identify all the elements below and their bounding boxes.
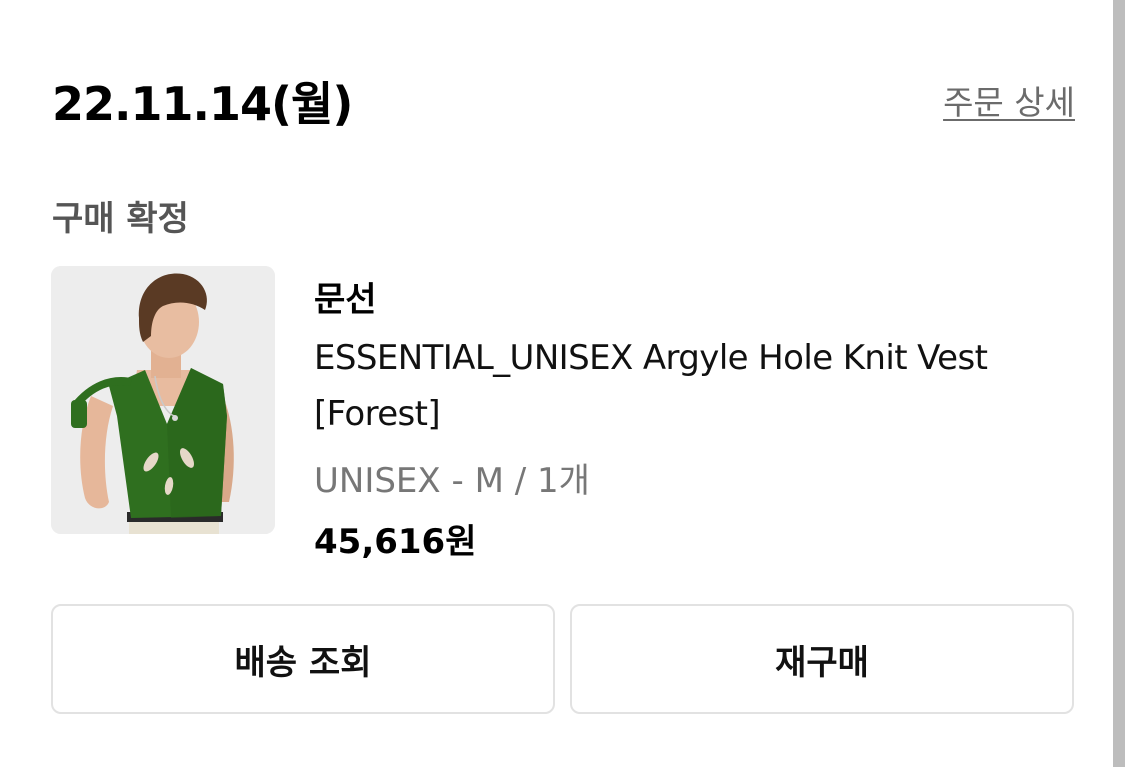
product-image[interactable] <box>51 266 275 534</box>
scrollbar[interactable] <box>1113 0 1125 767</box>
product-option: UNISEX - M / 1개 <box>314 461 590 501</box>
reorder-button[interactable]: 재구매 <box>570 604 1074 714</box>
product-photo <box>51 266 275 534</box>
order-status: 구매 확정 <box>52 199 189 239</box>
order-detail-link[interactable]: 주문 상세 <box>943 76 1075 124</box>
track-delivery-button[interactable]: 배송 조회 <box>51 604 555 714</box>
order-date: 22.11.14(월) <box>52 77 353 131</box>
order-history-card: 22.11.14(월) 주문 상세 구매 확정 문선 ESSENTIAL_UNI… <box>0 0 1125 767</box>
brand-name[interactable]: 문선 <box>314 272 377 321</box>
product-price: 45,616원 <box>314 522 477 562</box>
product-name[interactable]: ESSENTIAL_UNISEX Argyle Hole Knit Vest [… <box>314 330 1084 442</box>
